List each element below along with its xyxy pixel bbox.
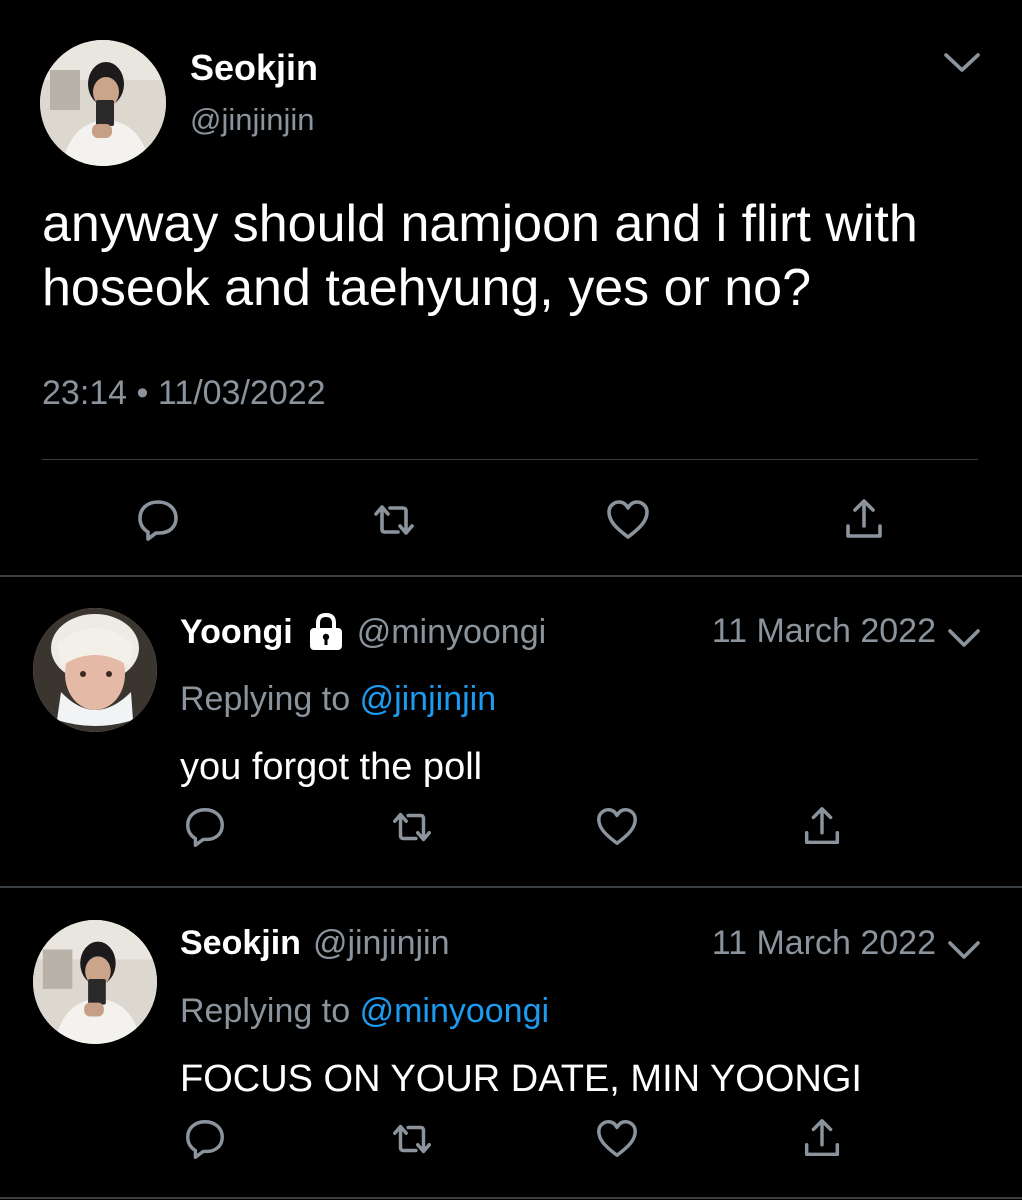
reply-tweet[interactable]: Seokjin @jinjinjin 11 March 2022 Replyin… [0, 888, 1022, 1198]
tweet-timestamp: 23:14 • 11/03/2022 [42, 374, 326, 413]
author-name[interactable]: Yoongi [180, 613, 293, 652]
reply-date[interactable]: 11 March 2022 [712, 612, 936, 651]
share-icon[interactable] [840, 496, 888, 544]
replying-prefix: Replying to [180, 680, 351, 718]
lock-icon [307, 612, 345, 652]
reply-header: Yoongi @minyoongi [180, 612, 546, 652]
author-handle[interactable]: @minyoongi [357, 613, 547, 652]
reply-date[interactable]: 11 March 2022 [712, 924, 936, 963]
chevron-down-icon[interactable] [946, 938, 982, 962]
meta-separator: • [136, 374, 149, 412]
author-handle[interactable]: @jinjinjin [313, 924, 450, 963]
retweet-icon[interactable] [370, 496, 418, 544]
reply-text: FOCUS ON YOUR DATE, MIN YOONGI [180, 1058, 862, 1100]
reply-icon[interactable] [182, 1116, 228, 1162]
main-tweet: Seokjin @jinjinjin anyway should namjoon… [0, 0, 1022, 576]
tweet-date: 11/03/2022 [157, 374, 326, 412]
avatar[interactable] [40, 40, 166, 166]
like-icon[interactable] [594, 1116, 640, 1162]
retweet-icon[interactable] [389, 804, 435, 850]
replying-to: Replying to @minyoongi [180, 992, 549, 1031]
share-icon[interactable] [799, 1116, 845, 1162]
author-name[interactable]: Seokjin [180, 924, 301, 963]
replying-to: Replying to @jinjinjin [180, 680, 496, 719]
avatar[interactable] [33, 608, 157, 732]
author-name[interactable]: Seokjin [190, 47, 318, 89]
reply-text: you forgot the poll [180, 746, 483, 788]
reply-header: Seokjin @jinjinjin [180, 924, 450, 963]
reply-icon[interactable] [182, 804, 228, 850]
avatar[interactable] [33, 920, 157, 1044]
author-handle[interactable]: @jinjinjin [190, 102, 315, 138]
like-icon[interactable] [594, 804, 640, 850]
divider [0, 1197, 1022, 1199]
replying-prefix: Replying to [180, 992, 351, 1030]
reply-icon[interactable] [134, 496, 182, 544]
share-icon[interactable] [799, 804, 845, 850]
chevron-down-icon[interactable] [946, 626, 982, 650]
like-icon[interactable] [604, 496, 652, 544]
divider [42, 459, 978, 460]
replying-handle-link[interactable]: @minyoongi [360, 992, 550, 1030]
reply-tweet[interactable]: Yoongi @minyoongi 11 March 2022 Replying… [0, 576, 1022, 886]
tweet-time: 23:14 [42, 374, 128, 412]
replying-handle-link[interactable]: @jinjinjin [360, 680, 497, 718]
retweet-icon[interactable] [389, 1116, 435, 1162]
chevron-down-icon[interactable] [942, 50, 982, 76]
tweet-text: anyway should namjoon and i flirt with h… [42, 195, 918, 317]
